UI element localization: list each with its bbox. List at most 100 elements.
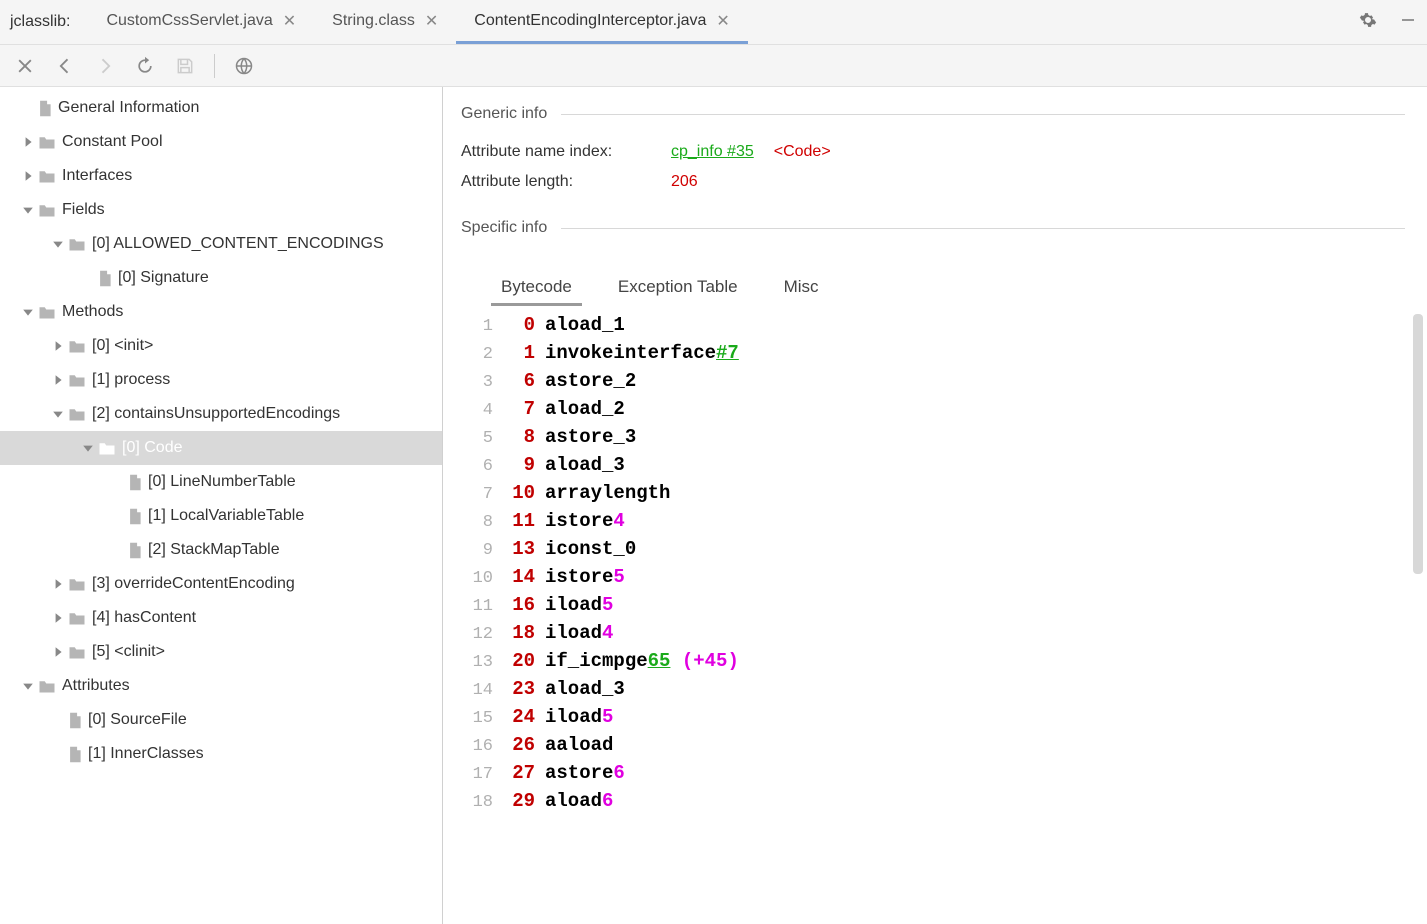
tree-row[interactable]: [0] Signature <box>0 261 442 295</box>
bytecode-view[interactable]: 10aload_121invokeinterface #7 36astore_2… <box>461 310 1427 924</box>
tree-expand-icon[interactable] <box>20 304 36 320</box>
bytecode-line: 1524iload 5 <box>461 706 1427 734</box>
folder-icon <box>38 305 56 320</box>
folder-icon <box>68 577 86 592</box>
bytecode-offset: 1 <box>499 342 535 364</box>
tree-expand-icon[interactable] <box>50 610 66 626</box>
tree-expand-icon[interactable] <box>20 134 36 150</box>
specific-tab[interactable]: Misc <box>774 271 829 306</box>
tree-row[interactable]: [0] ALLOWED_CONTENT_ENCODINGS <box>0 227 442 261</box>
tree-row[interactable]: Fields <box>0 193 442 227</box>
bytecode-offset: 11 <box>499 510 535 532</box>
bytecode-offset: 24 <box>499 706 535 728</box>
bytecode-line: 21invokeinterface #7 <box>461 342 1427 370</box>
tree-label: [1] LocalVariableTable <box>148 507 304 525</box>
tree-arrow-none <box>80 270 96 286</box>
tree-expand-icon[interactable] <box>50 236 66 252</box>
tree-row[interactable]: [2] containsUnsupportedEncodings <box>0 397 442 431</box>
tree-label: [4] hasContent <box>92 609 196 627</box>
file-tab[interactable]: ContentEncodingInterceptor.java✕ <box>456 0 748 44</box>
main-content: General Information Constant PoolInterfac… <box>0 87 1427 924</box>
tree-row[interactable]: Interfaces <box>0 159 442 193</box>
tab-close-icon[interactable]: ✕ <box>283 11 296 31</box>
tree-arrow-none <box>110 508 126 524</box>
tree-label: [1] InnerClasses <box>88 745 204 763</box>
tree-label: General Information <box>58 99 199 117</box>
bytecode-arg: 5 <box>602 594 613 616</box>
bytecode-link[interactable]: 65 <box>648 650 671 672</box>
folder-icon <box>68 237 86 252</box>
tree-row[interactable]: Attributes <box>0 669 442 703</box>
file-tab-label: String.class <box>332 12 415 30</box>
tree-panel[interactable]: General Information Constant PoolInterfac… <box>0 87 443 924</box>
bytecode-offset: 23 <box>499 678 535 700</box>
detail-panel: Generic info Attribute name index: cp_in… <box>443 87 1427 924</box>
tree-expand-icon[interactable] <box>50 576 66 592</box>
tab-close-icon[interactable]: ✕ <box>425 11 438 31</box>
bytecode-opcode: invokeinterface <box>535 342 716 364</box>
tree-row[interactable]: [4] hasContent <box>0 601 442 635</box>
specific-tab[interactable]: Bytecode <box>491 271 582 306</box>
line-number: 2 <box>461 345 499 364</box>
generic-info-header: Generic info <box>461 105 1405 123</box>
bytecode-link[interactable]: #7 <box>716 342 739 364</box>
tree-label: [0] LineNumberTable <box>148 473 296 491</box>
file-tab[interactable]: CustomCssServlet.java ✕ <box>88 0 314 44</box>
tree-row[interactable]: [1] InnerClasses <box>0 737 442 771</box>
bytecode-arg: 6 <box>613 762 624 784</box>
bytecode-arg: 5 <box>602 706 613 728</box>
line-number: 15 <box>461 709 499 728</box>
tree-row[interactable]: [5] <clinit> <box>0 635 442 669</box>
tree-expand-icon[interactable] <box>20 168 36 184</box>
tree-row[interactable]: [0] <init> <box>0 329 442 363</box>
bytecode-opcode: if_icmpge <box>535 650 648 672</box>
tab-close-icon[interactable]: ✕ <box>716 11 729 31</box>
attr-name-link[interactable]: cp_info #35 <box>671 143 754 161</box>
bytecode-line: 1626aaload <box>461 734 1427 762</box>
folder-icon <box>68 339 86 354</box>
tree-row[interactable]: [0] SourceFile <box>0 703 442 737</box>
tree-row[interactable]: [0] Code <box>0 431 442 465</box>
bytecode-offset: 9 <box>499 454 535 476</box>
save-button[interactable] <box>174 55 196 77</box>
tree-label: [0] Signature <box>118 269 209 287</box>
attr-name-label: Attribute name index: <box>461 143 671 161</box>
tree-row[interactable]: [2] StackMapTable <box>0 533 442 567</box>
attr-length-label: Attribute length: <box>461 173 671 191</box>
bytecode-arg: 5 <box>613 566 624 588</box>
scrollbar-thumb[interactable] <box>1413 314 1423 574</box>
tree-row[interactable]: General Information <box>0 91 442 125</box>
forward-button[interactable] <box>94 55 116 77</box>
bytecode-opcode: aload_1 <box>535 314 625 336</box>
close-button[interactable] <box>14 55 36 77</box>
tree-expand-icon[interactable] <box>20 678 36 694</box>
file-tab[interactable]: String.class ✕ <box>314 0 456 44</box>
tree-row[interactable]: [1] process <box>0 363 442 397</box>
file-tab-label: CustomCssServlet.java <box>106 12 272 30</box>
tree-expand-icon[interactable] <box>50 372 66 388</box>
reload-button[interactable] <box>134 55 156 77</box>
tree-expand-icon[interactable] <box>50 644 66 660</box>
tree-expand-icon[interactable] <box>50 406 66 422</box>
tree-label: [0] Code <box>122 439 182 457</box>
back-button[interactable] <box>54 55 76 77</box>
tree-expand-icon[interactable] <box>50 338 66 354</box>
tree-row[interactable]: [1] LocalVariableTable <box>0 499 442 533</box>
bytecode-line: 710arraylength <box>461 482 1427 510</box>
bytecode-opcode: iload <box>535 706 602 728</box>
tree-label: [2] StackMapTable <box>148 541 280 559</box>
tree-row[interactable]: Methods <box>0 295 442 329</box>
specific-tab[interactable]: Exception Table <box>608 271 748 306</box>
bytecode-line: 1829aload 6 <box>461 790 1427 818</box>
tree-expand-icon[interactable] <box>20 202 36 218</box>
tree-row[interactable]: [0] LineNumberTable <box>0 465 442 499</box>
tree-row[interactable]: Constant Pool <box>0 125 442 159</box>
file-icon <box>128 542 142 559</box>
attr-length-row: Attribute length: 206 <box>461 173 1427 191</box>
tree-row[interactable]: [3] overrideContentEncoding <box>0 567 442 601</box>
bytecode-line: 1116iload 5 <box>461 594 1427 622</box>
minimize-icon[interactable] <box>1399 11 1417 34</box>
tree-expand-icon[interactable] <box>80 440 96 456</box>
browse-button[interactable] <box>233 55 255 77</box>
settings-icon[interactable] <box>1359 11 1377 34</box>
